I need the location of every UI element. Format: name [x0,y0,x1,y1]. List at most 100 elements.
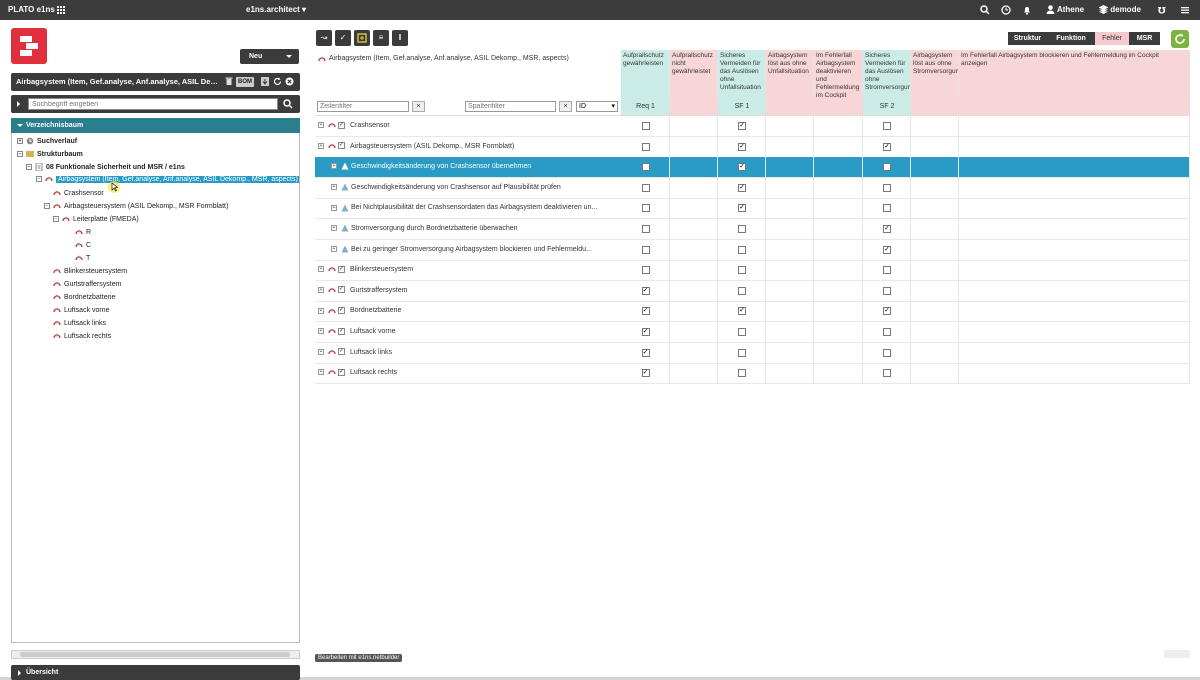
matrix-cell[interactable] [863,342,911,363]
column-header[interactable]: Airbagsystem löst aus ohne Stromversorgu… [911,50,959,98]
checkbox-checked[interactable]: ✓ [738,163,746,172]
row-expand-icon[interactable]: + [318,343,324,363]
tree-node-airbagsystem[interactable]: − Airbagsystem (Item, Gef.analyse, Anf.an… [36,174,299,185]
row-expand-icon[interactable]: + [318,260,324,280]
search-input[interactable] [28,98,278,110]
overview-panel-header[interactable]: Übersicht [11,665,300,680]
table-row[interactable]: + Geschwindigkeitsänderung von Crashsenso… [315,177,1190,199]
matrix-cell[interactable] [621,260,670,281]
tree-node-airbagsteuersystem[interactable]: − Airbagsteuersystem (ASIL Dekomp., MSR F… [44,201,228,212]
clock-icon[interactable] [1001,0,1011,20]
tab-msr[interactable]: MSR [1129,32,1160,45]
tree-node-r[interactable]: R [75,227,91,238]
clear-column-filter-button[interactable]: × [559,101,572,112]
matrix-cell[interactable]: ✓ [718,136,766,157]
row-expand-icon[interactable]: + [318,322,324,342]
tree-node-luftsack-links[interactable]: Luftsack links [53,318,106,329]
matrix-cell[interactable]: ✓ [718,157,766,178]
checkbox-checked[interactable]: ✓ [641,369,650,378]
collapse-icon[interactable]: − [53,216,59,223]
refresh-icon[interactable] [273,77,282,87]
menu-icon[interactable] [1180,0,1190,20]
table-row[interactable]: + ✓ Gurtstraffersystem ✓ [315,280,1190,302]
link-tool-icon[interactable]: ↝ [316,30,332,46]
matrix-cell[interactable]: ✓ [621,342,670,363]
matrix-cell[interactable]: ✓ [863,136,911,157]
column-header[interactable]: Sicheres Vermeiden für das Auslösen ohne… [863,50,911,98]
matrix-cell[interactable] [718,239,766,260]
table-row[interactable]: + Geschwindigkeitsänderung von Crashsenso… [315,157,1190,179]
user-menu[interactable]: Athene [1046,0,1084,20]
collapse-icon[interactable]: − [44,203,50,210]
table-row[interactable]: + ✓ Crashsensor ✓ [315,116,1190,137]
new-button[interactable]: Neu [240,49,299,64]
tab-fehler[interactable]: Fehler [1095,32,1129,45]
matrix-cell[interactable] [863,157,911,178]
matrix-cell[interactable] [863,280,911,301]
tab-funktion[interactable]: Funktion [1047,32,1095,45]
bell-icon[interactable] [1022,0,1032,20]
checkbox-unchecked[interactable] [738,225,746,233]
collapse-icon[interactable]: − [17,151,23,158]
matrix-cell[interactable] [621,198,670,219]
matrix-cell[interactable] [621,136,670,157]
checkbox-unchecked[interactable] [738,369,746,378]
checkbox-checked[interactable]: ✓ [883,307,891,316]
tree-node-luftsack-rechts[interactable]: Luftsack rechts [53,331,111,342]
align-tool-icon[interactable]: ≡ [373,30,389,46]
matrix-cell[interactable] [863,198,911,219]
row-expand-icon[interactable]: + [331,219,337,239]
column-header[interactable]: Airbagsystem löst aus ohne Unfallsituati… [766,50,814,98]
refresh-button[interactable] [1171,30,1189,48]
checkbox-unchecked[interactable] [641,163,650,172]
matrix-cell[interactable] [718,322,766,342]
checkbox-unchecked[interactable] [641,266,650,275]
row-expand-icon[interactable]: + [318,137,324,157]
arrow-down-icon[interactable] [261,77,269,87]
row-expand-icon[interactable]: + [331,240,337,260]
tree-node-gurtstraffer[interactable]: Gurtstraffersystem [53,279,121,290]
column-filter-input[interactable] [465,101,556,112]
tab-struktur[interactable]: Struktur [1008,32,1047,45]
checkbox-unchecked[interactable] [883,328,891,336]
checkbox-checked[interactable]: ✓ [738,307,746,316]
scroll-thumb[interactable] [20,652,290,657]
matrix-cell[interactable]: ✓ [863,219,911,239]
matrix-cell[interactable] [621,177,670,198]
row-expand-icon[interactable]: + [318,281,324,301]
checkbox-unchecked[interactable] [738,245,746,254]
matrix-cell[interactable] [863,260,911,281]
checkbox-unchecked[interactable] [883,348,891,357]
tree-node-project[interactable]: − 08 Funktionale Sicherheit und MSR / e1n… [26,162,185,173]
checkbox-checked[interactable]: ✓ [738,183,746,192]
id-select[interactable]: ID ▾ [576,101,618,112]
matrix-cell[interactable]: ✓ [718,301,766,322]
tree-node-c[interactable]: C [75,240,91,251]
check-tool-icon[interactable]: ✓ [335,30,351,46]
info-icon[interactable]: ℧ [1157,0,1167,20]
matrix-cell[interactable] [621,116,670,136]
checkbox-checked[interactable]: ✓ [641,286,650,295]
tree-header[interactable]: Verzeichnisbaum [11,118,300,133]
tree-node-luftsack-vorne[interactable]: Luftsack vorne [53,305,110,316]
tree-node-bordnetz[interactable]: Bordnetzbatterie [53,292,115,303]
expand-icon[interactable]: + [17,138,23,145]
checkbox-checked[interactable]: ✓ [641,307,650,316]
checkbox-unchecked[interactable] [883,122,891,130]
matrix-cell[interactable]: ✓ [718,177,766,198]
table-row[interactable]: + ✓ Airbagsteuersystem (ASIL Dekomp., MSR … [315,136,1190,158]
checkbox-unchecked[interactable] [883,286,891,295]
table-row[interactable]: + ✓ Luftsack links ✓ [315,342,1190,364]
checkbox-checked[interactable]: ✓ [883,225,891,233]
checkbox-unchecked[interactable] [641,204,650,213]
database-menu[interactable]: demode [1098,0,1141,20]
matrix-cell[interactable] [621,157,670,178]
checkbox-checked[interactable]: ✓ [883,245,891,254]
checkbox-unchecked[interactable] [738,348,746,357]
checkbox-checked[interactable]: ✓ [738,142,746,151]
checkbox-unchecked[interactable] [883,183,891,192]
grid-scrollbar[interactable] [1164,650,1190,658]
tree-node-crashsensor[interactable]: Crashsensor [53,188,104,199]
table-row[interactable]: + ✓ Luftsack rechts ✓ [315,363,1190,385]
matrix-cell[interactable] [621,219,670,239]
